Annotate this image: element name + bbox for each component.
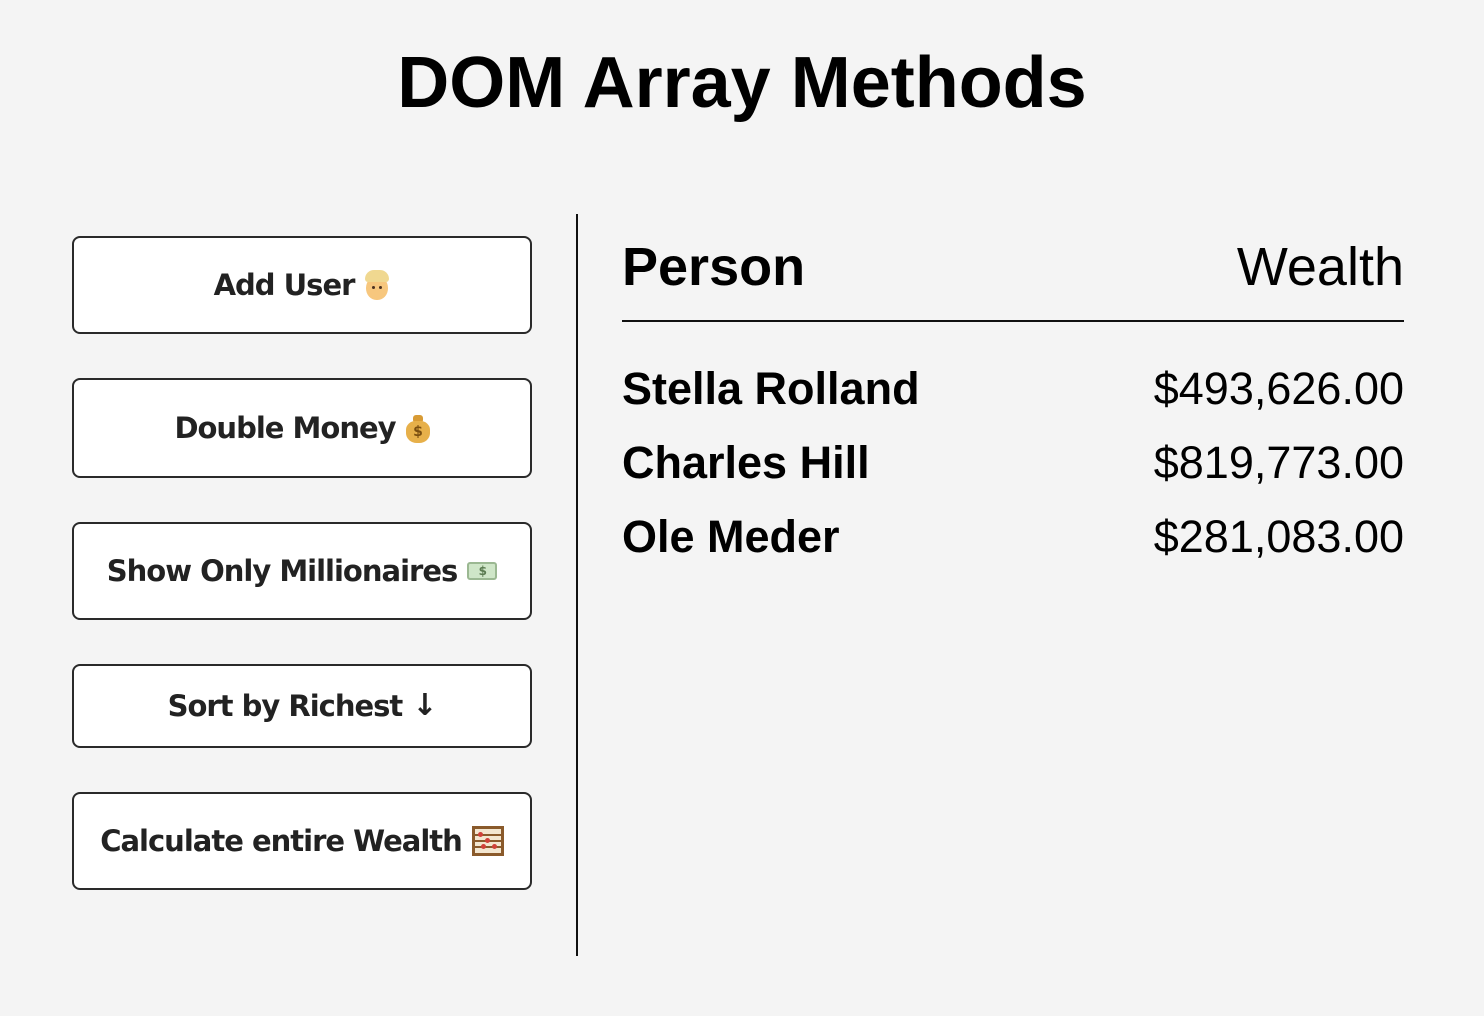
- dollar-banknote-icon: $: [467, 560, 498, 582]
- sort-richest-label: Sort by Richest: [167, 689, 404, 723]
- person-name: Charles Hill: [622, 437, 870, 488]
- double-money-button[interactable]: Double Money $: [72, 378, 532, 478]
- table-header: Person Wealth: [622, 230, 1404, 322]
- arrow-down-icon: ↓: [412, 688, 437, 723]
- person-row: Ole Meder $281,083.00: [622, 510, 1404, 584]
- person-row: Stella Rolland $493,626.00: [622, 362, 1404, 436]
- person-name: Stella Rolland: [622, 363, 920, 414]
- person-wealth: $819,773.00: [1153, 437, 1404, 488]
- calculate-wealth-button[interactable]: Calculate entire Wealth: [72, 792, 532, 890]
- person-column-header: Person: [622, 237, 806, 297]
- add-user-label: Add User: [213, 268, 356, 302]
- double-money-label: Double Money: [174, 411, 396, 445]
- person-wealth: $281,083.00: [1153, 511, 1404, 562]
- calculate-wealth-label: Calculate entire Wealth: [100, 824, 463, 858]
- person-wealth: $493,626.00: [1153, 363, 1404, 414]
- abacus-icon: [471, 826, 504, 856]
- show-millionaires-label: Show Only Millionaires: [106, 554, 459, 588]
- person-name: Ole Meder: [622, 511, 840, 562]
- money-bag-icon: $: [405, 413, 430, 443]
- person-row: Charles Hill $819,773.00: [622, 436, 1404, 510]
- sort-richest-button[interactable]: Sort by Richest ↓: [72, 664, 532, 748]
- add-user-button[interactable]: Add User: [72, 236, 532, 334]
- show-millionaires-button[interactable]: Show Only Millionaires $: [72, 522, 532, 620]
- page-title: DOM Array Methods: [397, 43, 1087, 123]
- person-list: Stella Rolland $493,626.00 Charles Hill …: [622, 362, 1404, 584]
- wealth-table: Person Wealth Stella Rolland $493,626.00…: [622, 230, 1404, 584]
- man-blond-icon: [364, 270, 390, 300]
- vertical-divider: [576, 214, 578, 956]
- wealth-column-header: Wealth: [1236, 237, 1404, 297]
